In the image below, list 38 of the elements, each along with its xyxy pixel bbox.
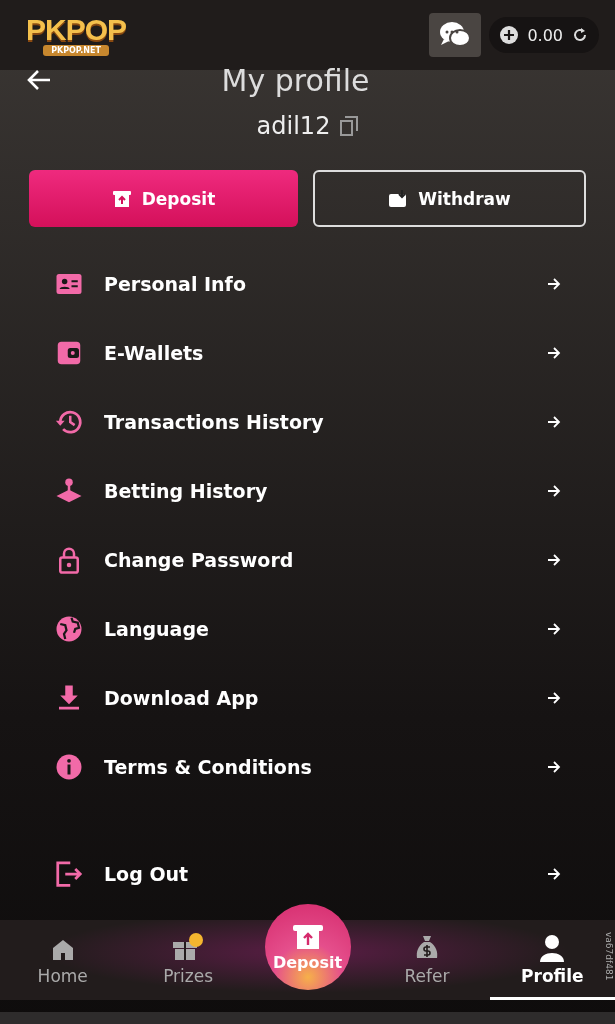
gift-icon <box>171 932 206 962</box>
logout-icon <box>54 858 84 889</box>
username: adil12 <box>256 112 331 140</box>
arrow-icon <box>547 484 561 497</box>
withdraw-button[interactable]: Withdraw <box>313 170 586 227</box>
arrow-icon <box>547 622 561 635</box>
add-icon[interactable] <box>499 25 520 45</box>
logo-tagline: PKPOP.NET <box>43 44 109 56</box>
wallet-icon <box>388 189 409 208</box>
balance-amount: 0.00 <box>527 25 563 45</box>
person-icon <box>539 934 566 962</box>
menu-item[interactable]: Betting History <box>0 456 615 525</box>
deposit-button[interactable]: Deposit <box>29 170 298 227</box>
logo: PKPOP <box>26 14 127 45</box>
menu-item[interactable]: Language <box>0 594 615 663</box>
arrow-icon <box>547 277 561 290</box>
page-title: My profile <box>220 66 371 96</box>
arrow-icon <box>547 867 561 880</box>
menu-item[interactable]: Download App <box>0 663 615 732</box>
arrow-icon <box>547 553 561 566</box>
menu-item[interactable]: Change Password <box>0 525 615 594</box>
nav-tab[interactable]: Home <box>0 920 126 1000</box>
atm-icon <box>290 922 325 951</box>
arrow-icon <box>547 346 561 359</box>
menu-item[interactable]: Personal Info <box>0 249 615 318</box>
nav-tab[interactable]: Refer <box>364 920 490 1000</box>
copy-icon[interactable] <box>340 116 359 136</box>
menu-item[interactable]: Transactions History <box>0 387 615 456</box>
arrow-icon <box>547 760 561 773</box>
nav-tab[interactable]: Prizes <box>125 920 251 1000</box>
menu-item[interactable]: Terms & Conditions <box>0 732 615 801</box>
chat-button[interactable] <box>429 13 482 57</box>
menu-item[interactable]: E-Wallets <box>0 318 615 387</box>
atm-icon <box>111 189 132 208</box>
arrow-icon <box>547 415 561 428</box>
arrow-icon <box>547 691 561 704</box>
build-id: va67df481 <box>604 932 614 981</box>
refresh-icon[interactable] <box>571 26 589 44</box>
